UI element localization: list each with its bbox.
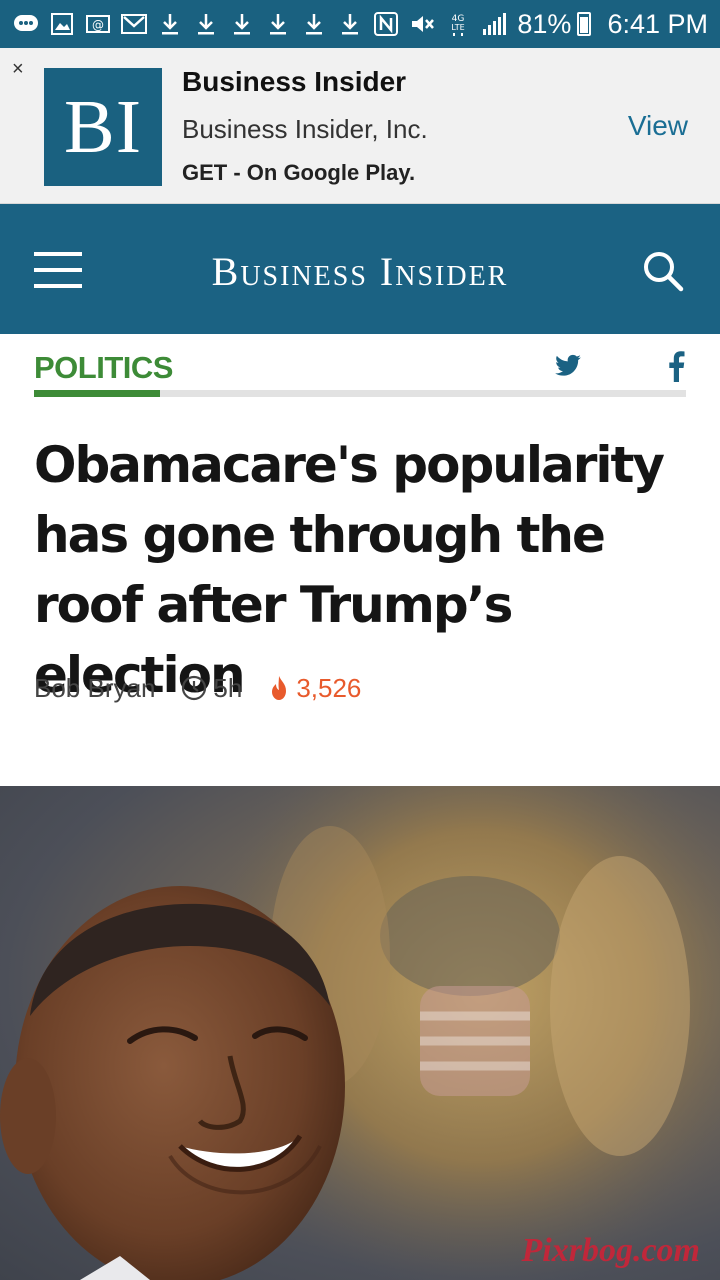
flame-icon bbox=[272, 676, 287, 700]
battery-percent: 81% bbox=[517, 8, 572, 39]
banner-app-name: Business Insider bbox=[182, 66, 407, 97]
bi-app-logo: BI bbox=[44, 68, 162, 186]
svg-text:LTE: LTE bbox=[451, 23, 464, 32]
4g-lte-icon: 4G LTE bbox=[444, 10, 472, 38]
banner-publisher: Business Insider, Inc. bbox=[182, 114, 428, 144]
hamburger-menu-icon[interactable] bbox=[34, 252, 82, 288]
app-install-banner: × BI Business Insider Business Insider, … bbox=[0, 48, 720, 204]
download-icon bbox=[264, 10, 292, 38]
gmail-icon bbox=[120, 10, 148, 38]
clock-icon bbox=[182, 675, 207, 701]
hero-photo-illustration bbox=[0, 786, 720, 1280]
article-time: 5h bbox=[213, 672, 243, 703]
close-icon[interactable]: × bbox=[12, 58, 24, 81]
article-meta: Bob Bryan 5h 3,526 bbox=[34, 670, 361, 706]
article-author[interactable]: Bob Bryan bbox=[34, 673, 155, 704]
twitter-share-icon[interactable] bbox=[554, 352, 582, 380]
search-icon[interactable] bbox=[642, 250, 684, 292]
banner-get-on-google-play: GET - On Google Play. bbox=[182, 160, 416, 185]
article-time-wrap: 5h bbox=[181, 673, 242, 704]
download-icon bbox=[192, 10, 220, 38]
signal-icon bbox=[480, 10, 508, 38]
business-insider-logo[interactable]: Business Insider bbox=[160, 248, 560, 295]
section-label-politics[interactable]: POLITICS bbox=[34, 350, 173, 386]
section-bar: POLITICS bbox=[34, 340, 686, 400]
email-icon: @ bbox=[84, 10, 112, 38]
download-icon bbox=[156, 10, 184, 38]
watermark: Pixrbog.com bbox=[521, 1232, 700, 1269]
section-underline-active bbox=[34, 390, 160, 397]
view-button[interactable]: View bbox=[628, 110, 688, 142]
battery-icon bbox=[577, 12, 592, 36]
download-icon bbox=[228, 10, 256, 38]
mute-icon bbox=[408, 10, 436, 38]
article-views-wrap: 3,526 bbox=[270, 673, 361, 704]
status-right: 81% 6:41 PM bbox=[517, 9, 708, 40]
download-icon bbox=[336, 10, 364, 38]
clock: 6:41 PM bbox=[607, 8, 708, 39]
status-bar: @ 4G LTE 81% 6:41 PM bbox=[0, 0, 720, 48]
section-underline bbox=[34, 390, 686, 397]
article-headline: Obamacare's popularity has gone through … bbox=[34, 436, 665, 704]
messages-icon bbox=[12, 10, 40, 38]
notification-icons: @ 4G LTE bbox=[12, 10, 508, 38]
hero-image: Pixrbog.com bbox=[0, 786, 720, 1280]
facebook-share-icon[interactable] bbox=[666, 350, 686, 382]
gallery-icon bbox=[48, 10, 76, 38]
svg-text:@: @ bbox=[92, 18, 104, 32]
site-header: Business Insider bbox=[0, 204, 720, 334]
download-icon bbox=[300, 10, 328, 38]
article-views: 3,526 bbox=[296, 672, 362, 703]
nfc-icon bbox=[372, 10, 400, 38]
